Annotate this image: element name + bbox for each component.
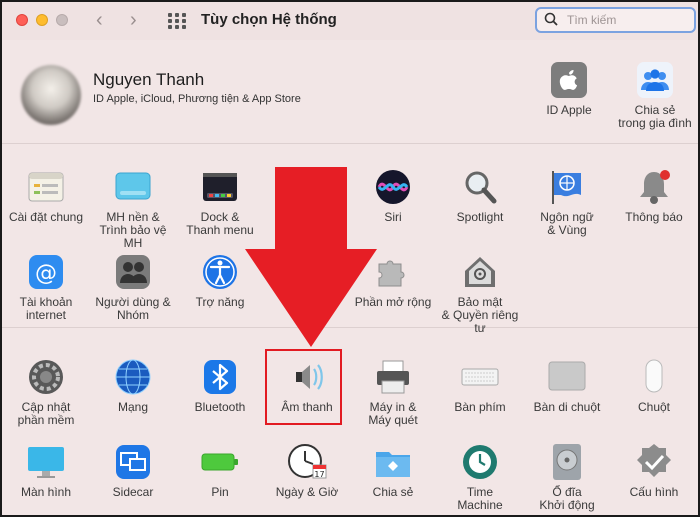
family-label-line2: trong gia đình [618,116,692,130]
account-subtitle: ID Apple, iCloud, Phương tiện & App Stor… [93,93,301,105]
search-input[interactable]: Tìm kiếm [535,7,696,33]
pref-keyboard[interactable]: Bàn phím [436,357,524,414]
calendar-day: 17 [314,470,324,479]
zoom-window-button[interactable] [56,14,68,26]
minimize-window-button[interactable] [36,14,48,26]
pref-family-sharing[interactable]: Chia sẻ trong gia đình [611,60,698,130]
pref-users-groups[interactable]: Người dùng & Nhóm [89,252,177,322]
security-house-icon [460,252,500,292]
internet-accounts-label-2: internet [25,308,67,322]
puzzle-piece-icon [373,252,413,292]
desktop-label-2: Trình bảo vệ MH [99,223,167,250]
pref-software-update[interactable]: Cập nhật phần mềm [2,357,90,427]
keyboard-label: Bàn phím [454,400,506,414]
pref-apple-id[interactable]: ID Apple [525,60,613,117]
general-settings-icon [26,167,66,207]
spotlight-magnifier-icon [460,167,500,207]
pref-spotlight[interactable]: Spotlight [436,167,524,224]
avatar[interactable] [21,65,81,125]
software-update-gear-icon [26,357,66,397]
bluetooth-icon [200,357,240,397]
pref-internet-accounts[interactable]: @ Tài khoản internet [2,252,90,322]
red-down-arrow-annotation [245,167,377,347]
language-label-2: & Vùng [547,223,587,237]
keyboard-icon [460,357,500,397]
search-placeholder: Tìm kiếm [567,13,617,27]
users-groups-icon [113,252,153,292]
desktop-screensaver-icon [113,167,153,207]
hard-disk-icon [547,442,587,482]
accessibility-icon [200,252,240,292]
general-label: Cài đặt chung [8,210,84,224]
pref-printers-scanners[interactable]: Máy in & Máy quét [349,357,437,427]
forward-chevron-icon[interactable]: › [130,10,137,30]
printer-icon [373,357,413,397]
pref-profiles[interactable]: Cấu hình [610,442,698,499]
search-icon [544,12,558,26]
show-all-grid-icon[interactable] [168,13,186,29]
pref-notifications[interactable]: Thông báo [610,167,698,224]
network-globe-icon [113,357,153,397]
sidecar-icon [113,442,153,482]
sound-highlight-box [265,349,342,425]
trackpad-label: Bàn di chuột [533,400,601,414]
svg-text:@: @ [35,261,57,286]
back-chevron-icon[interactable]: ‹ [96,10,103,30]
displays-label: Màn hình [20,485,72,499]
apple-id-label: ID Apple [546,103,592,117]
pref-displays[interactable]: Màn hình [2,442,90,499]
sidecar-label: Sidecar [112,485,154,499]
pref-battery[interactable]: Pin [176,442,264,499]
pref-desktop-screensaver[interactable]: MH nền & Trình bảo vệ MH [89,167,177,250]
pref-security-privacy[interactable]: Bảo mật & Quyền riêng tư [436,252,524,335]
siri-icon [373,167,413,207]
trackpad-icon [547,357,587,397]
title-bar: ‹ › Tùy chọn Hệ thống Tìm kiếm [2,2,698,40]
pref-sidecar[interactable]: Sidecar [89,442,177,499]
pref-trackpad[interactable]: Bàn di chuột [523,357,611,414]
pref-time-machine[interactable]: Time Machine [436,442,524,512]
spotlight-label: Spotlight [456,210,504,224]
pref-date-time[interactable]: 17 Ngày & Giờ [263,442,351,499]
language-flag-icon [547,167,587,207]
system-preferences-window: ‹ › Tùy chọn Hệ thống Tìm kiếm Nguyen Th… [0,0,700,517]
apple-logo-icon [549,60,589,100]
printers-label-2: Máy quét [368,413,418,427]
sharing-label: Chia sẻ [372,485,414,499]
time-machine-label-2: Machine [457,498,503,512]
mouse-icon [634,357,674,397]
sharing-folder-icon [373,442,413,482]
software-update-label-2: phần mềm [17,413,75,427]
date-time-label: Ngày & Giờ [275,485,339,499]
at-sign-icon: @ [26,252,66,292]
startup-disk-label-2: Khởi động [539,498,595,512]
bluetooth-label: Bluetooth [194,400,246,414]
security-label-2: & Quyền riêng tư [441,308,519,335]
display-monitor-icon [26,442,66,482]
pref-general[interactable]: Cài đặt chung [2,167,90,224]
family-sharing-icon [635,60,675,100]
profiles-checkmark-icon [634,442,674,482]
mouse-label: Chuột [637,400,671,414]
time-machine-icon [460,442,500,482]
close-window-button[interactable] [16,14,28,26]
profiles-label: Cấu hình [629,485,679,499]
pref-language-region[interactable]: Ngôn ngữ & Vùng [523,167,611,237]
pref-network[interactable]: Mạng [89,357,177,414]
notification-bell-icon [634,167,674,207]
pref-startup-disk[interactable]: Ổ đĩa Khởi động [523,442,611,512]
window-title: Tùy chọn Hệ thống [201,11,337,28]
battery-label: Pin [211,485,229,499]
pref-bluetooth[interactable]: Bluetooth [176,357,264,414]
battery-icon [200,442,240,482]
pref-mouse[interactable]: Chuột [610,357,698,414]
user-name[interactable]: Nguyen Thanh [93,70,204,90]
pref-sharing[interactable]: Chia sẻ [349,442,437,499]
notifications-label: Thông báo [625,210,683,224]
network-label: Mạng [117,400,149,414]
account-section: Nguyen Thanh ID Apple, iCloud, Phương ti… [2,42,698,144]
users-groups-label-2: Nhóm [116,308,149,322]
dock-icon [200,167,240,207]
clock-calendar-icon: 17 [287,442,327,482]
